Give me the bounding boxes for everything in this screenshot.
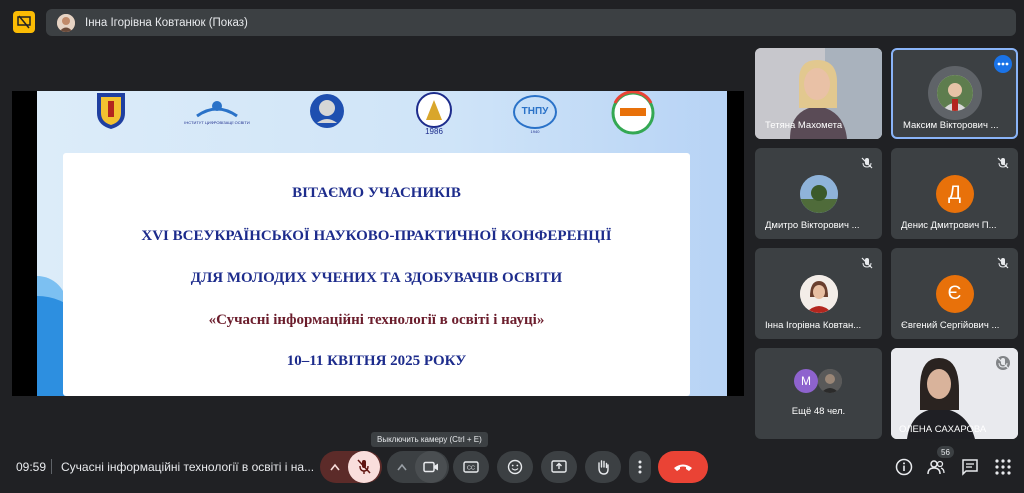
more-options-button[interactable] [629,451,651,483]
participant-initial-avatar: M [794,369,818,393]
tnpu-year: 1940 [530,128,540,134]
camera-toggle-button[interactable] [415,451,447,483]
mic-off-icon [357,459,371,474]
participant-avatar [936,75,973,111]
hand-icon [598,460,609,475]
participant-tile[interactable]: Д Денис Дмитрович П... [891,148,1018,239]
participant-name: Денис Дмитрович П... [901,220,997,231]
mic-off-icon [861,257,873,269]
participant-count-badge: 56 [937,446,954,458]
participant-tile[interactable]: Дмитро Вікторович ... [755,148,882,239]
chevron-up-icon [330,463,340,471]
participant-tile[interactable]: Є Євгений Сергійович ... [891,248,1018,339]
university-seal-logo: 1986 [402,91,466,137]
captions-icon: CC [463,461,479,473]
participant-name: Євгений Сергійович ... [901,320,1000,331]
captions-button[interactable]: CC [453,451,489,483]
emoji-icon [507,459,523,475]
institute-logo: ІНСТИТУТ ЦИФРОВІЗАЦІЇ ОСВІТИ [177,91,257,131]
raise-hand-button[interactable] [585,451,621,483]
slide-topic: «Сучасні інформаційні технології в освіт… [208,312,545,328]
participant-tile-active[interactable]: Максим Вікторович ... [891,48,1018,139]
mic-off-icon [996,356,1010,370]
chevron-up-icon [397,463,407,471]
mic-off-icon [861,157,873,169]
presentation-icon[interactable] [13,11,35,33]
presenter-avatar [57,13,75,32]
more-participants-tile[interactable]: M Ещё 48 чел. [755,348,882,439]
institute-logo-text: ІНСТИТУТ ЦИФРОВІЗАЦІЇ ОСВІТИ [184,119,250,125]
leave-call-button[interactable] [658,451,708,483]
chat-icon[interactable] [961,458,979,476]
info-icon[interactable] [895,458,913,476]
seal-year: 1986 [425,127,443,136]
shared-slide: ІНСТИТУТ ЦИФРОВІЗАЦІЇ ОСВІТИ 1986 ТНПУ 1… [37,91,727,396]
slide-greeting: ВІТАЄМО УЧАСНИКІВ [292,185,461,201]
participant-avatar-small [818,369,842,393]
participant-tile[interactable]: Інна Ігорівна Ковтан... [755,248,882,339]
participant-name: Інна Ігорівна Ковтан... [765,320,862,331]
present-screen-icon [551,460,567,473]
presenter-bar[interactable]: Інна Ігорівна Ковтанюк (Показ) [46,9,1016,36]
mic-off-icon [997,257,1009,269]
academy-logo [295,91,359,135]
reactions-button[interactable] [497,451,533,483]
participant-name: ОЛЕНА САХАРОВА [899,424,987,435]
present-now-button[interactable] [541,451,577,483]
slide-conference-line: XVI ВСЕУКРАЇНСЬКОЇ НАУКОВО-ПРАКТИЧНОЇ КО… [141,228,612,244]
activities-grid-icon[interactable] [994,458,1012,476]
participant-tile[interactable]: Тетяна Махомета [755,48,882,139]
presenter-title: Інна Ігорівна Ковтанюк (Показ) [85,16,248,29]
tnpu-logo-text: ТНПУ [521,106,549,117]
participant-initial-avatar: Д [935,175,974,213]
audio-options-button[interactable] [320,451,350,483]
tnpu-logo: ТНПУ 1940 [503,91,567,137]
slide-audience-line: ДЛЯ МОЛОДИХ УЧЕНИХ ТА ЗДОБУВАЧІВ ОСВІТИ [190,270,563,286]
camera-icon [423,461,438,473]
participant-name: Максим Вікторович ... [903,120,999,131]
slide-text-card: ВІТАЄМО УЧАСНИКІВ XVI ВСЕУКРАЇНСЬКОЇ НАУ… [63,153,690,396]
divider [51,459,52,474]
participant-avatar [799,275,838,313]
svg-text:CC: CC [467,465,475,471]
more-participants-label: Ещё 48 чел. [791,406,846,417]
mic-toggle-button[interactable] [348,451,380,483]
meeting-title: Сучасні інформаційні технології в освіті… [61,460,315,474]
participant-name: Дмитро Вікторович ... [765,220,860,231]
clock: 09:59 [16,460,47,474]
participant-name: Тетяна Махомета [765,120,843,131]
participant-initial-avatar: Є [935,275,974,313]
presentation-stage: ІНСТИТУТ ЦИФРОВІЗАЦІЇ ОСВІТИ 1986 ТНПУ 1… [12,91,744,396]
participant-avatar [799,175,838,213]
more-options-icon[interactable] [994,55,1012,73]
more-vert-icon [638,460,642,474]
mic-off-icon [997,157,1009,169]
polytechnic-logo [600,91,666,135]
university-logo [89,91,133,131]
slide-dates: 10–11 КВІТНЯ 2025 РОКУ [286,353,467,369]
people-icon[interactable] [927,458,945,476]
participant-tile[interactable]: ОЛЕНА САХАРОВА [891,348,1018,439]
video-options-button[interactable] [387,451,417,483]
end-call-icon [674,464,692,471]
camera-tooltip: Выключить камеру (Ctrl + E) [371,432,488,447]
